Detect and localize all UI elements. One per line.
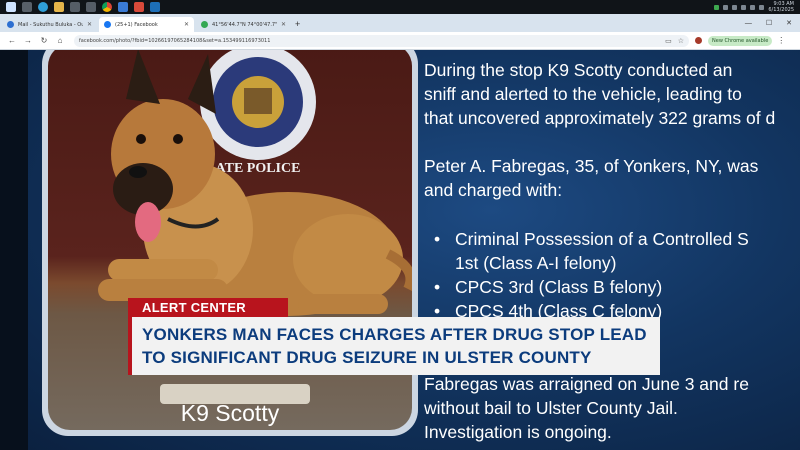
dog-photo-frame: ATE POLICE [42, 50, 418, 436]
close-icon[interactable]: ✕ [87, 21, 92, 28]
reload-icon[interactable]: ↻ [40, 36, 48, 45]
charge-item: CPCS 3rd (Class B felony) [455, 277, 663, 297]
close-icon[interactable]: ✕ [184, 21, 189, 28]
menu-icon[interactable]: ⋮ [777, 36, 785, 45]
photos-icon[interactable] [134, 2, 144, 12]
maps-icon [201, 21, 208, 28]
article-line: Investigation is ongoing. [424, 422, 612, 442]
alert-center-tag: ALERT CENTER [128, 298, 288, 317]
new-tab-button[interactable]: + [295, 19, 300, 29]
photo-caption: K9 Scotty [180, 400, 280, 426]
browser-toolbar: ← → ↻ ⌂ facebook.com/photo/?fbid=1026619… [0, 32, 800, 50]
address-bar[interactable]: facebook.com/photo/?fbid=102661970652841… [74, 34, 689, 47]
media-icon[interactable] [150, 2, 160, 12]
browser-tab-strip: Mail - Sukuthu Buluka - Outlo ✕ (25+1) F… [0, 14, 800, 32]
article-line: that uncovered approximately 322 grams o… [424, 108, 776, 128]
tab-maps[interactable]: 41°56'44.7"N 74°00'47.7"W - G ✕ [196, 17, 291, 32]
edge-icon[interactable] [38, 2, 48, 12]
tab-title: 41°56'44.7"N 74°00'47.7"W - G [212, 21, 277, 28]
article-line: Peter A. Fabregas, 35, of Yonkers, NY, w… [424, 156, 759, 176]
charge-item: Criminal Possession of a Controlled S [455, 229, 749, 249]
volume-icon[interactable] [759, 4, 765, 10]
back-icon[interactable]: ← [8, 36, 16, 45]
tab-facebook[interactable]: (25+1) Facebook ✕ [99, 17, 194, 32]
clock[interactable]: 9:03 AM 6/13/2025 [768, 1, 794, 13]
minimize-icon[interactable]: — [745, 20, 752, 27]
system-tray: 9:03 AM 6/13/2025 [714, 1, 800, 13]
article-line: Fabregas was arraigned on June 3 and re [424, 374, 749, 394]
tab-title: Mail - Sukuthu Buluka - Outlo [18, 21, 83, 28]
article-line: sniff and alerted to the vehicle, leadin… [424, 84, 742, 104]
forward-icon[interactable]: → [24, 36, 32, 45]
home-icon[interactable]: ⌂ [56, 36, 64, 45]
seal-text: ATE POLICE [216, 161, 301, 176]
profile-avatar-icon[interactable] [695, 37, 702, 44]
tray-icon[interactable] [723, 4, 729, 10]
tray-icon[interactable] [732, 4, 738, 10]
chrome-icon[interactable] [102, 2, 112, 12]
facebook-icon [104, 21, 111, 28]
file-explorer-icon[interactable] [54, 2, 64, 12]
tray-icon[interactable] [741, 4, 747, 10]
bookmark-star-icon[interactable]: ☆ [678, 37, 684, 45]
window-controls: — ☐ ✕ [745, 14, 800, 32]
news-headline-banner: YONKERS MAN FACES CHARGES AFTER DRUG STO… [128, 317, 660, 375]
outlook-icon [7, 21, 14, 28]
close-window-icon[interactable]: ✕ [786, 19, 792, 27]
page-content: ATE POLICE K9 Scotty During the stop K9 … [0, 50, 800, 450]
install-icon[interactable]: ▭ [665, 37, 672, 45]
app-icon[interactable] [118, 2, 128, 12]
update-chrome-chip[interactable]: New Chrome available [708, 35, 773, 46]
article-line: and charged with: [424, 180, 563, 200]
windows-start-icon[interactable] [6, 2, 16, 12]
tab-outlook[interactable]: Mail - Sukuthu Buluka - Outlo ✕ [2, 17, 97, 32]
search-icon[interactable] [22, 2, 32, 12]
headline-line: YONKERS MAN FACES CHARGES AFTER DRUG STO… [142, 325, 647, 344]
url-text: facebook.com/photo/?fbid=102661970652841… [79, 37, 271, 44]
clock-date: 6/13/2025 [768, 7, 794, 13]
page-edge [0, 50, 28, 450]
maximize-icon[interactable]: ☐ [766, 19, 772, 27]
close-icon[interactable]: ✕ [281, 21, 286, 28]
tab-title: (25+1) Facebook [115, 21, 158, 28]
article-line: During the stop K9 Scotty conducted an [424, 60, 733, 80]
network-icon[interactable] [714, 4, 720, 10]
tray-icon[interactable] [750, 4, 756, 10]
charge-item-cont: 1st (Class A-I felony) [455, 253, 617, 273]
app-icon[interactable] [86, 2, 96, 12]
windows-taskbar: 9:03 AM 6/13/2025 [0, 0, 800, 14]
headline-line: TO SIGNIFICANT DRUG SEIZURE IN ULSTER CO… [142, 348, 592, 367]
article-line: without bail to Ulster County Jail. [424, 398, 678, 418]
app-icon[interactable] [70, 2, 80, 12]
